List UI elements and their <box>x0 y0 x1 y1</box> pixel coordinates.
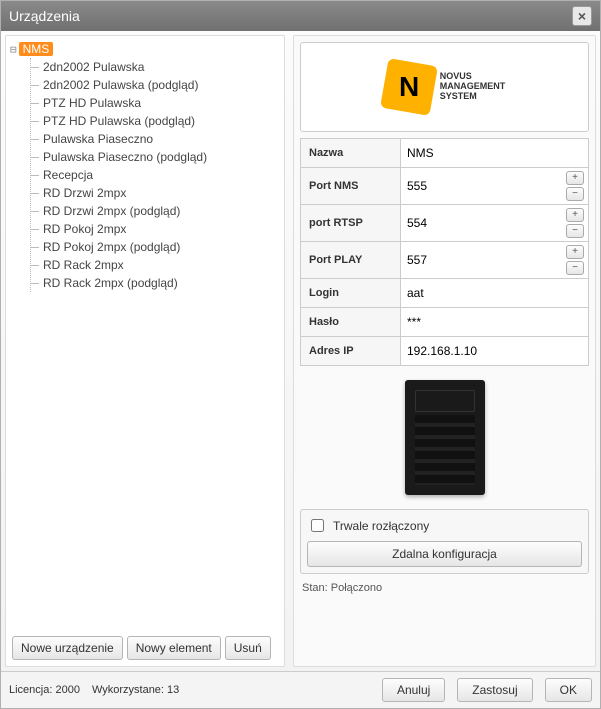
tree-item[interactable]: 2dn2002 Pulawska <box>43 58 280 76</box>
tree-item[interactable]: Recepcja <box>43 166 280 184</box>
port-rtsp-up-icon[interactable]: + <box>566 208 584 222</box>
status-value: Połączono <box>331 582 382 594</box>
status-label: Stan: <box>302 582 328 594</box>
label-port-play: Port PLAY <box>301 242 401 279</box>
port-play-down-icon[interactable]: − <box>566 261 584 275</box>
license-text: Licencja: 2000 <box>9 684 80 696</box>
tree-item[interactable]: Pulawska Piaseczno (podgląd) <box>43 148 280 166</box>
status-row: Stan: Połączono <box>300 580 589 594</box>
port-nms-input[interactable] <box>405 175 562 197</box>
port-rtsp-down-icon[interactable]: − <box>566 224 584 238</box>
logo-box: N NOVUS MANAGEMENT SYSTEM <box>300 42 589 132</box>
devices-window: Urządzenia × ⊟ NMS 2dn2002 Pulawska2dn20… <box>0 0 601 709</box>
ok-button[interactable]: OK <box>545 678 592 702</box>
port-nms-up-icon[interactable]: + <box>566 171 584 185</box>
used-text: Wykorzystane: 13 <box>92 684 179 696</box>
remote-config-button[interactable]: Zdalna konfiguracja <box>307 541 582 567</box>
disconnected-row[interactable]: Trwale rozłączony <box>307 516 582 535</box>
port-play-input[interactable] <box>405 249 562 271</box>
tree-item[interactable]: RD Drzwi 2mpx (podgląd) <box>43 202 280 220</box>
tree-item[interactable]: 2dn2002 Pulawska (podgląd) <box>43 76 280 94</box>
bottom-section: Trwale rozłączony Zdalna konfiguracja <box>300 509 589 574</box>
close-icon[interactable]: × <box>572 6 592 26</box>
device-details-panel: N NOVUS MANAGEMENT SYSTEM Nazwa Port NMS <box>293 35 596 667</box>
label-port-nms: Port NMS <box>301 168 401 205</box>
port-nms-down-icon[interactable]: − <box>566 187 584 201</box>
novus-logo-icon: N <box>380 58 438 116</box>
name-input[interactable] <box>405 142 584 164</box>
delete-button[interactable]: Usuń <box>225 636 271 660</box>
tree-item[interactable]: RD Rack 2mpx <box>43 256 280 274</box>
new-device-button[interactable]: Nowe urządzenie <box>12 636 123 660</box>
label-password: Hasło <box>301 308 401 337</box>
cancel-button[interactable]: Anuluj <box>382 678 445 702</box>
apply-button[interactable]: Zastosuj <box>457 678 532 702</box>
tree-item[interactable]: PTZ HD Pulawska <box>43 94 280 112</box>
label-name: Nazwa <box>301 139 401 168</box>
label-address: Adres IP <box>301 337 401 366</box>
disconnected-checkbox[interactable] <box>311 519 324 532</box>
tree-item[interactable]: RD Pokoj 2mpx (podgląd) <box>43 238 280 256</box>
footer: Licencja: 2000 Wykorzystane: 13 Anuluj Z… <box>1 671 600 708</box>
login-input[interactable] <box>405 282 584 304</box>
tree-root-label: NMS <box>19 42 54 56</box>
label-port-rtsp: port RTSP <box>301 205 401 242</box>
tree-item[interactable]: RD Pokoj 2mpx <box>43 220 280 238</box>
tree-item[interactable]: Pulawska Piaseczno <box>43 130 280 148</box>
tree-item[interactable]: PTZ HD Pulawska (podgląd) <box>43 112 280 130</box>
tree-item[interactable]: RD Rack 2mpx (podgląd) <box>43 274 280 292</box>
window-title: Urządzenia <box>9 8 572 24</box>
device-image-box <box>300 372 589 503</box>
tree-root[interactable]: ⊟ NMS <box>10 42 280 56</box>
titlebar: Urządzenia × <box>1 1 600 31</box>
server-icon <box>405 380 485 495</box>
logo-text: NOVUS MANAGEMENT SYSTEM <box>440 72 506 102</box>
port-rtsp-input[interactable] <box>405 212 562 234</box>
tree-item[interactable]: RD Drzwi 2mpx <box>43 184 280 202</box>
password-input[interactable] <box>405 311 584 333</box>
device-tree-panel: ⊟ NMS 2dn2002 Pulawska2dn2002 Pulawska (… <box>5 35 285 667</box>
device-form: Nazwa Port NMS + − <box>300 138 589 366</box>
address-input[interactable] <box>405 340 584 362</box>
label-login: Login <box>301 279 401 308</box>
new-element-button[interactable]: Nowy element <box>127 636 221 660</box>
disconnected-label: Trwale rozłączony <box>333 519 429 533</box>
collapse-icon[interactable]: ⊟ <box>10 43 17 56</box>
device-tree[interactable]: ⊟ NMS 2dn2002 Pulawska2dn2002 Pulawska (… <box>6 36 284 630</box>
port-play-up-icon[interactable]: + <box>566 245 584 259</box>
